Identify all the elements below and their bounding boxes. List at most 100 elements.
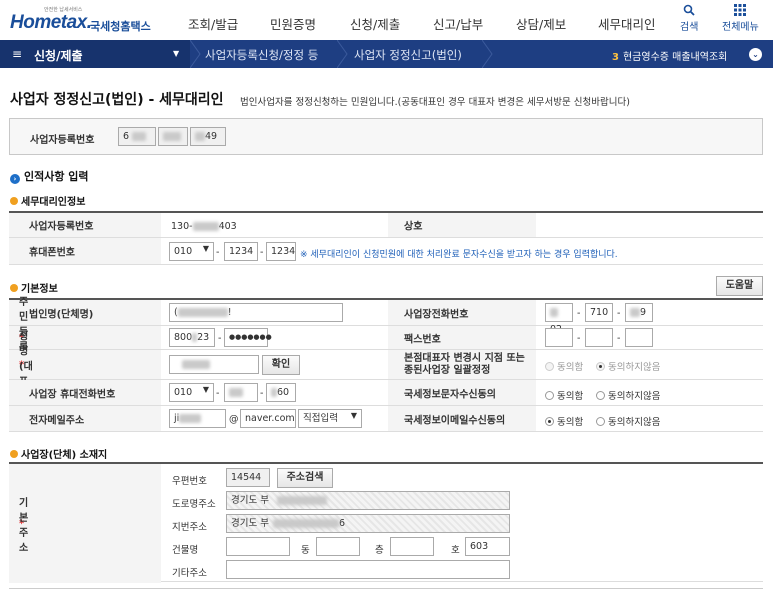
chevron-down-icon[interactable]: ⌄ [749,48,762,61]
bullet-icon [10,197,18,205]
building-input[interactable] [226,537,290,556]
email-domain-select[interactable]: 직접입력 ▼ [298,409,362,428]
bullet-icon [10,284,18,292]
road-address-field: 경기도 부 [226,491,510,510]
subsection-basic-info: 기본정보 [10,280,58,295]
menu-report[interactable]: 신고/납부 [433,14,483,33]
radio-icon [545,391,554,400]
table-row: *주민등록번호 80023 - ●●●●●●● 팩스번호 - - [9,297,763,383]
quick-link[interactable]: 3 현금영수증 매출내역조회 [612,48,727,63]
logo-wordmark: Hometax. [10,12,92,33]
email-disagree-radio[interactable]: 동의하지않음 [596,414,660,428]
biz-phone-last-input[interactable]: 9 [625,303,653,322]
rrn-front-input[interactable]: 800 23 [169,328,215,347]
search-button[interactable]: 검색 [680,4,698,33]
mobile-middle-input[interactable] [224,383,258,402]
dong-label: 동 [301,545,310,556]
hamburger-icon: ≡ [12,47,23,61]
dong-input[interactable] [316,537,360,556]
table-row: 사업장 휴대전화번호 010 ▼ - - 60 국세정보문자수신동의 동의함 동의… [9,380,763,406]
biz-number-field-3: 49 [190,127,226,146]
hq-agree-radio: 동의함 [545,359,583,373]
table-row: *성명(대표자) 확인 본점대표자 변경시 지점 또는 종된사업장 일괄정정 동… [9,331,763,402]
table-row: 사업자등록번호 130- 403 상호 [9,213,763,238]
biz-number-label: 사업자등록번호 [30,135,95,146]
menu-certificate[interactable]: 민원증명 [270,14,316,33]
page-title: 사업자 정정신고(법인) - 세무대리인 [10,92,224,108]
caret-down-icon: ▼ [173,49,180,58]
corp-name-input[interactable]: (! [169,303,343,322]
rep-name-label: *성명(대표자) [9,331,161,402]
radio-icon [545,417,554,426]
zip-code-field: 14544 [226,468,270,487]
section-personal-info: › 인적사항 입력 [10,168,89,184]
table-row: 전자메일주소 ji @ naver.com 직접입력 ▼ 국세정보이메일수신동의 … [9,406,763,432]
menu-apply[interactable]: 신청/제출 [350,14,400,33]
biz-phone-middle-input[interactable]: 710 [585,303,613,322]
fax-last-input[interactable] [625,328,653,347]
rep-name-input[interactable] [169,355,259,374]
menu-tax-agent[interactable]: 세무대리인 [598,14,656,33]
sms-agree-radio[interactable]: 동의함 [545,388,583,402]
floor-label: 층 [375,545,384,556]
all-menu-label: 전체메뉴 [722,22,759,33]
agent-name-label: 상호 [388,213,536,237]
radio-icon [545,362,554,371]
ho-input[interactable]: 603 [465,537,510,556]
table-row: 휴대폰번호 010 ▼ - 1234 - 1234 ※ 세무대리인이 신청민원에 … [9,238,763,265]
building-label: 건물명 [172,545,199,556]
road-address-label: 도로명주소 [172,499,216,510]
table-row: 법인명(단체명) (! 사업장전화번호 02 - 710 - 9 [9,300,763,335]
hq-disagree-radio: 동의하지않음 [596,359,660,373]
subsection-agent-info: 세무대리인정보 [10,193,85,208]
lot-address-label: 지번주소 [172,522,207,533]
search-label: 검색 [680,22,699,33]
zip-label: 우편번호 [172,476,207,487]
etc-address-label: 기타주소 [172,568,207,579]
email-consent-label: 국세정보이메일수신동의 [388,406,536,431]
mobile-last-input[interactable]: 60 [266,383,296,402]
biz-phone-label: 사업장전화번호 [388,300,536,325]
breadcrumb-item-2[interactable]: 사업자 정정신고(법인) [354,47,462,63]
agent-biz-number-label: 사업자등록번호 [9,213,161,237]
breadcrumb-chevron-icon [482,40,493,68]
sms-disagree-radio[interactable]: 동의하지않음 [596,388,660,402]
agent-biz-number-value: 130- 403 [171,221,237,232]
hq-bulk-update-label: 본점대표자 변경시 지점 또는 종된사업장 일괄정정 [388,350,536,379]
menu-consult[interactable]: 상담/제보 [516,14,566,33]
radio-icon [596,391,605,400]
nav-section-select[interactable]: ≡ 신청/제출 ▼ [0,40,190,68]
confirm-button[interactable]: 확인 [262,355,300,375]
agent-info-table: 사업자등록번호 130- 403 상호 휴대폰번호 010 ▼ - 1234 - 1… [9,211,763,265]
breadcrumb-item-1[interactable]: 사업자등록신청/정정 등 [205,47,318,63]
floor-input[interactable] [390,537,434,556]
biz-phone-area-input[interactable]: 02 [545,303,573,335]
help-button[interactable]: 도움말 [716,276,763,296]
agent-phone-middle-input[interactable]: 1234 [224,242,258,261]
address-search-button[interactable]: 주소검색 [277,468,333,488]
menu-inquiry[interactable]: 조회/발급 [188,14,238,33]
rrn-back-input[interactable]: ●●●●●●● [224,328,272,347]
all-menu-button[interactable]: 전체메뉴 [722,4,759,33]
agent-phone-prefix-select[interactable]: 010 ▼ [169,242,214,261]
grid-menu-icon [722,4,759,18]
email-label: 전자메일주소 [9,406,161,431]
fax-middle-input[interactable] [585,328,613,347]
agent-phone-label: 휴대폰번호 [9,238,161,264]
caret-down-icon: ▼ [202,244,209,253]
mobile-prefix-select[interactable]: 010 ▼ [169,383,214,402]
agent-phone-last-input[interactable]: 1234 [266,242,296,261]
etc-address-input[interactable] [226,560,510,579]
breadcrumb-chevron-icon [190,40,201,68]
corp-name-label: 법인명(단체명) [9,300,161,325]
arrow-circle-icon: › [10,174,20,184]
breadcrumb-bar: ≡ 신청/제출 ▼ 사업자등록신청/정정 등 사업자 정정신고(법인) 3 현금영… [0,40,773,68]
email-agree-radio[interactable]: 동의함 [545,414,583,428]
lot-address-field: 경기도 부6 [226,514,510,533]
logo-subtitle: 국세청홈택스 [90,20,151,33]
email-domain-input[interactable]: naver.com [240,409,296,428]
biz-number-box: 사업자등록번호 6 49 [9,118,763,155]
hometax-logo[interactable]: 안전한 납세서비스 Hometax. 국세청홈택스 [8,6,168,34]
email-local-input[interactable]: ji [169,409,226,428]
fax-area-input[interactable] [545,328,573,347]
